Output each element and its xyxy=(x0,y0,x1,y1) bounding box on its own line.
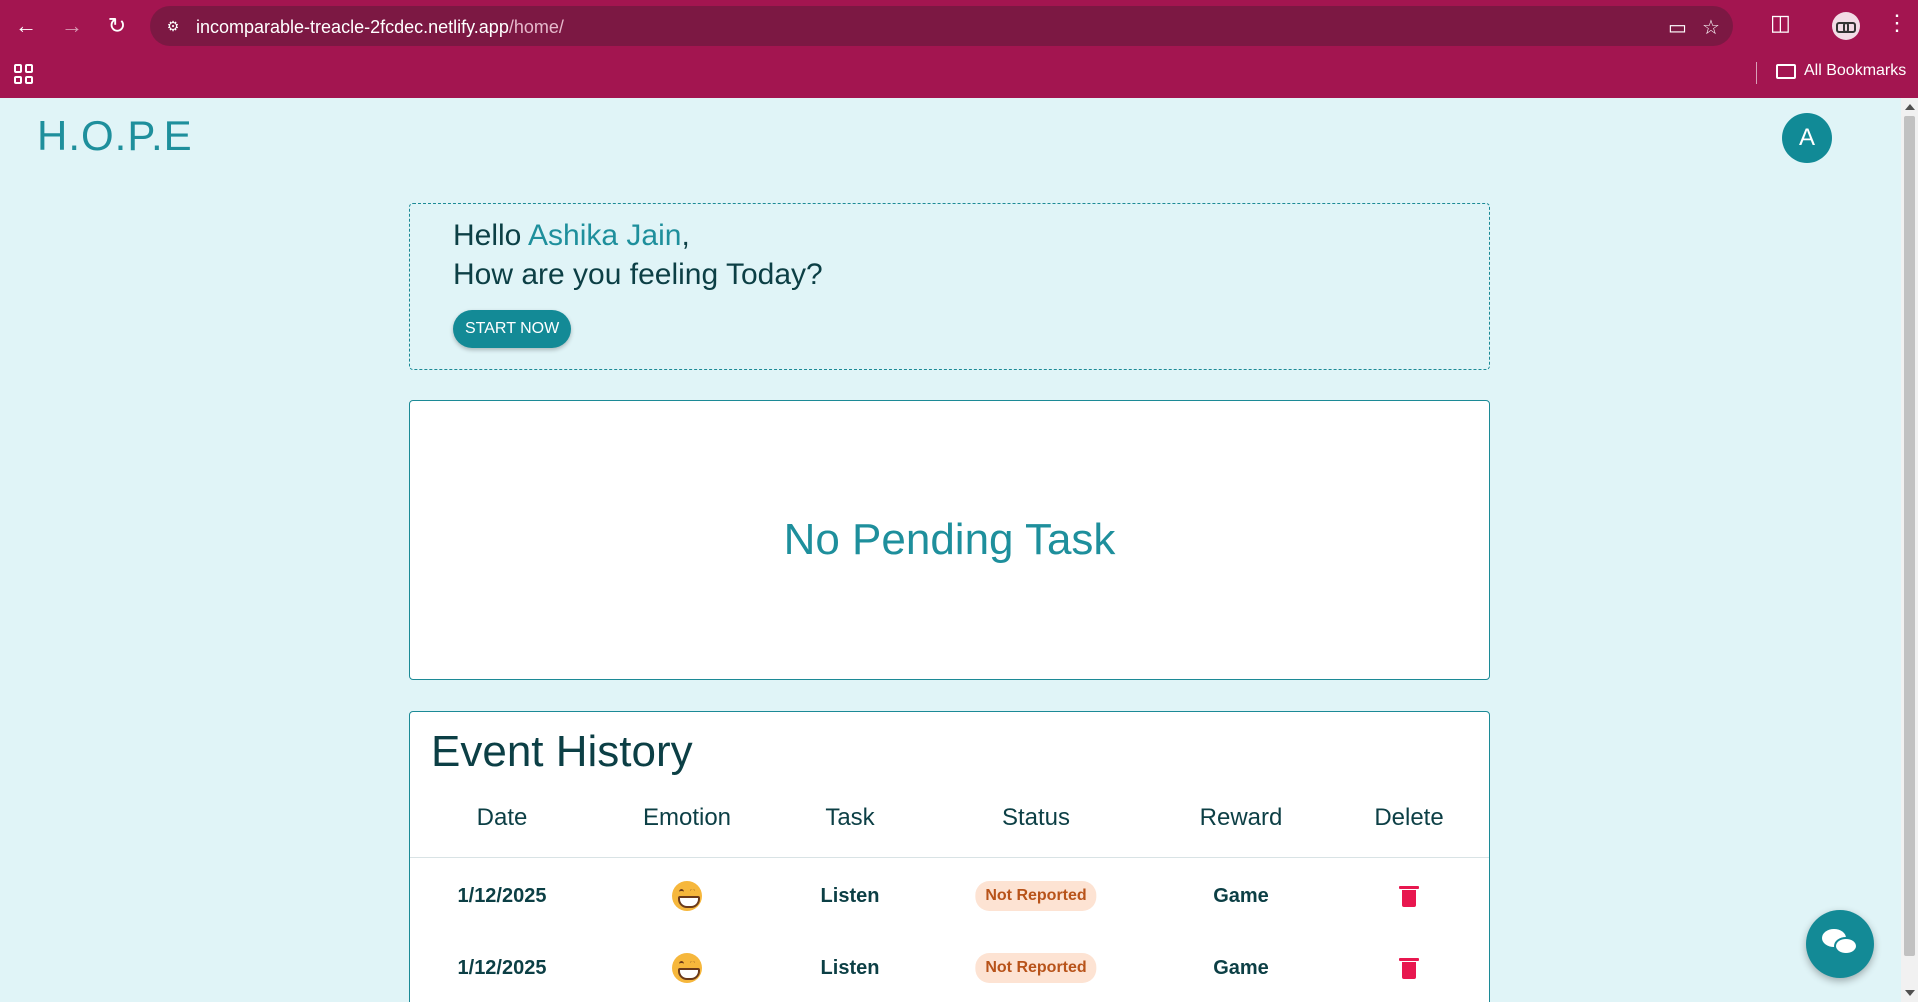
row-status: Not Reported xyxy=(975,871,1097,921)
row-emotion xyxy=(672,871,702,921)
browser-chrome: ← → ↻ ⚙ incomparable-treacle-2fcdec.netl… xyxy=(0,0,1918,98)
all-bookmarks-button[interactable]: All Bookmarks xyxy=(1776,62,1906,80)
row-task: Listen xyxy=(820,884,880,907)
folder-icon xyxy=(1776,63,1796,79)
row-date: 1/12/2025 xyxy=(457,884,547,907)
status-badge: Not Reported xyxy=(975,953,1097,983)
column-header-task: Task xyxy=(825,804,875,831)
back-arrow-icon[interactable]: ← xyxy=(8,8,44,44)
install-app-icon[interactable]: ▭ xyxy=(1668,15,1687,40)
table-row: 1/12/2025 Listen Not Reported Game xyxy=(410,871,1489,921)
column-header-status: Status xyxy=(1001,804,1071,831)
row-reward: Game xyxy=(1213,956,1269,979)
column-header-delete: Delete xyxy=(1374,804,1444,831)
page-scrollbar[interactable] xyxy=(1901,98,1918,1002)
greeting-card: Hello Ashika Jain, How are you feeling T… xyxy=(409,203,1490,370)
extensions-icon[interactable]: ◫ xyxy=(1770,10,1791,36)
feeling-question: How are you feeling Today? xyxy=(453,258,823,291)
event-history-card: Event History Date Emotion Task Status R… xyxy=(409,711,1490,1002)
scroll-up-arrow-icon[interactable] xyxy=(1905,104,1915,110)
url-text[interactable]: incomparable-treacle-2fcdec.netlify.app/… xyxy=(196,17,564,38)
grinning-face-icon xyxy=(672,953,702,983)
table-header: Date Emotion Task Status Reward Delete xyxy=(410,796,1489,858)
row-reward: Game xyxy=(1213,884,1269,907)
start-now-button[interactable]: START NOW xyxy=(453,310,572,348)
profile-avatar-icon[interactable] xyxy=(1832,12,1860,40)
scroll-down-arrow-icon[interactable] xyxy=(1905,990,1915,996)
user-name: Ashika Jain xyxy=(528,219,682,252)
reload-icon[interactable]: ↻ xyxy=(99,8,135,44)
address-bar[interactable]: ⚙ incomparable-treacle-2fcdec.netlify.ap… xyxy=(150,6,1733,46)
forward-arrow-icon[interactable]: → xyxy=(54,8,90,44)
row-date: 1/12/2025 xyxy=(457,956,547,979)
site-info-icon[interactable]: ⚙ xyxy=(162,15,184,37)
row-status: Not Reported xyxy=(975,943,1097,993)
greeting-line: Hello Ashika Jain, xyxy=(453,219,690,252)
pending-task-card: No Pending Task xyxy=(409,400,1490,680)
scroll-thumb[interactable] xyxy=(1904,116,1915,956)
row-delete[interactable] xyxy=(1399,943,1419,993)
apps-grid-icon[interactable] xyxy=(14,64,34,84)
column-header-date: Date xyxy=(476,804,528,831)
no-pending-task-message: No Pending Task xyxy=(783,515,1116,564)
app-logo[interactable]: H.O.P.E xyxy=(37,112,193,160)
row-delete[interactable] xyxy=(1399,871,1419,921)
row-task: Listen xyxy=(820,956,880,979)
chat-button[interactable] xyxy=(1806,910,1874,978)
menu-dots-icon[interactable]: ⋮ xyxy=(1886,10,1908,36)
row-emotion xyxy=(672,943,702,993)
grinning-face-icon xyxy=(672,881,702,911)
user-avatar[interactable]: A xyxy=(1782,113,1832,163)
trash-icon[interactable] xyxy=(1399,957,1419,979)
bookmark-star-icon[interactable]: ☆ xyxy=(1702,15,1720,40)
column-header-reward: Reward xyxy=(1199,804,1283,831)
all-bookmarks-label: All Bookmarks xyxy=(1804,62,1907,79)
trash-icon[interactable] xyxy=(1399,885,1419,907)
status-badge: Not Reported xyxy=(975,881,1097,911)
column-header-emotion: Emotion xyxy=(642,804,732,831)
bookmarks-divider xyxy=(1756,62,1757,84)
table-row: 1/12/2025 Listen Not Reported Game xyxy=(410,943,1489,993)
event-history-title: Event History xyxy=(431,727,693,776)
